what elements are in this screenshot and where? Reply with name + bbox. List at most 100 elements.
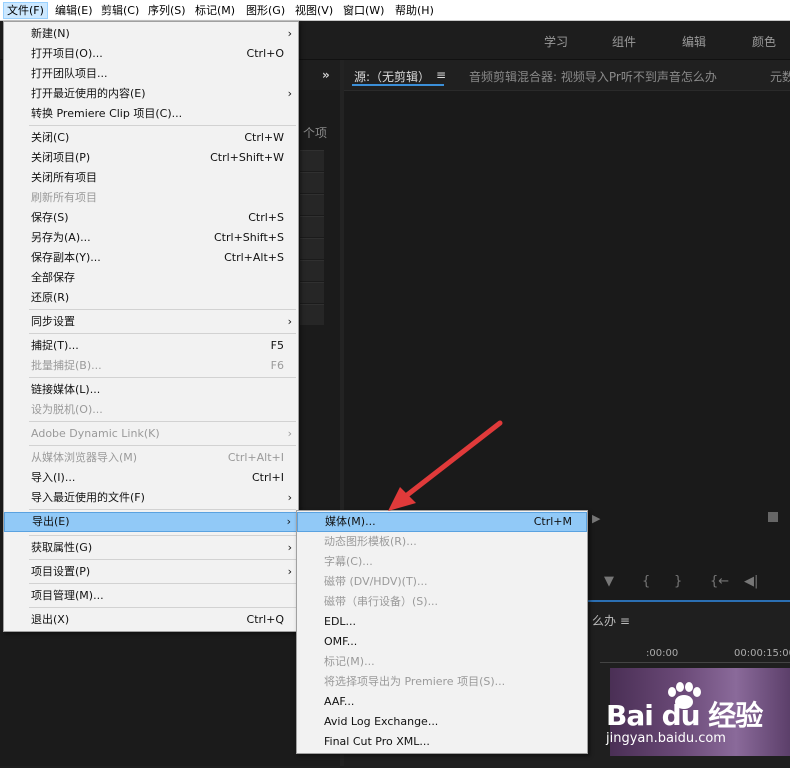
export-menu-item[interactable]: 媒体(M)... Ctrl+M: [297, 512, 587, 532]
menu-item-label: 关闭所有项目: [31, 171, 97, 184]
menu-item-label: 标记(M)...: [324, 655, 375, 668]
file-menu-item[interactable]: 另存为(A)... Ctrl+Shift+S: [4, 228, 298, 248]
file-menu-item[interactable]: 打开项目(O)... Ctrl+O: [4, 44, 298, 64]
menu-item-label: 项目设置(P): [31, 565, 91, 578]
menu-item-shortcut: Ctrl+M: [533, 515, 572, 528]
file-menu-item[interactable]: 关闭所有项目: [4, 168, 298, 188]
chevron-right-icon: ›: [287, 541, 292, 554]
file-menu-item[interactable]: 打开最近使用的内容(E) ›: [4, 84, 298, 104]
table-row: [300, 216, 324, 237]
menu-item-label: 磁带 (DV/HDV)(T)...: [324, 575, 428, 588]
file-menu-item[interactable]: 新建(N) ›: [4, 24, 298, 44]
file-menu-item[interactable]: 转换 Premiere Clip 项目(C)...: [4, 104, 298, 124]
export-menu-item: 将选择项导出为 Premiere 项目(S)...: [297, 672, 587, 692]
tab-audio-clip-mixer[interactable]: 音频剪辑混合器: 视频导入Pr听不到声音怎么办: [469, 68, 717, 85]
export-menu-item: 磁带（串行设备）(S)...: [297, 592, 587, 612]
file-menu-item: 设为脱机(O)...: [4, 400, 298, 420]
menu-separator: [29, 607, 296, 608]
file-menu-item[interactable]: 保存副本(Y)... Ctrl+Alt+S: [4, 248, 298, 268]
file-menu-item[interactable]: 还原(R): [4, 288, 298, 308]
menu-item-label: 项目管理(M)...: [31, 589, 104, 602]
menu-item-label: 打开最近使用的内容(E): [31, 87, 146, 100]
menu-item-label: 另存为(A)...: [31, 231, 91, 244]
file-menu-item[interactable]: 项目管理(M)...: [4, 586, 298, 606]
file-menu-item: 批量捕捉(B)... F6: [4, 356, 298, 376]
file-menu-item: 从媒体浏览器导入(M) Ctrl+Alt+I: [4, 448, 298, 468]
menu-separator: [29, 583, 296, 584]
export-menu-item[interactable]: Final Cut Pro XML...: [297, 732, 587, 752]
file-menu-item[interactable]: 项目设置(P) ›: [4, 562, 298, 582]
menu-item-shortcut: Ctrl+I: [251, 471, 284, 484]
export-menu-item[interactable]: OMF...: [297, 632, 587, 652]
file-menu-item[interactable]: 导出(E) ›: [4, 512, 298, 532]
chevron-right-icon: ›: [287, 491, 292, 504]
settings-square-icon[interactable]: [768, 512, 778, 522]
menubar-item[interactable]: 编辑(E): [52, 2, 96, 19]
export-menu-item[interactable]: Avid Log Exchange...: [297, 712, 587, 732]
menu-item-label: 打开团队项目...: [31, 67, 108, 80]
tab-metadata[interactable]: 元数: [770, 68, 790, 85]
export-menu-item: 磁带 (DV/HDV)(T)...: [297, 572, 587, 592]
workspace-tab-color[interactable]: 颜色: [752, 33, 776, 50]
menu-separator: [29, 125, 296, 126]
mark-out-icon[interactable]: }: [674, 574, 682, 589]
menubar-item[interactable]: 帮助(H): [392, 2, 437, 19]
timeline-ruler: [600, 662, 790, 663]
menubar-item[interactable]: 窗口(W): [340, 2, 387, 19]
menu-separator: [29, 535, 296, 536]
menubar-item[interactable]: 视图(V): [292, 2, 336, 19]
menu-item-label: 关闭(C): [31, 131, 70, 144]
menu-item-shortcut: Ctrl+Alt+S: [224, 251, 284, 264]
panel-menu-icon[interactable]: ≡: [436, 68, 446, 82]
file-menu-item[interactable]: 关闭(C) Ctrl+W: [4, 128, 298, 148]
workspace-tab-learn[interactable]: 学习: [544, 33, 568, 50]
project-panel-header: [300, 60, 340, 90]
file-menu-item[interactable]: 打开团队项目...: [4, 64, 298, 84]
add-marker-icon[interactable]: ▼: [604, 574, 614, 589]
file-menu-item[interactable]: 全部保存: [4, 268, 298, 288]
menu-item-label: AAF...: [324, 695, 355, 708]
step-back-icon[interactable]: ◀|: [744, 574, 758, 589]
table-row: [300, 260, 324, 281]
menu-item-label: 还原(R): [31, 291, 70, 304]
export-menu-item[interactable]: EDL...: [297, 612, 587, 632]
file-menu-item[interactable]: 同步设置 ›: [4, 312, 298, 332]
menu-item-label: 保存(S): [31, 211, 69, 224]
expand-panels-icon[interactable]: »: [322, 68, 330, 82]
file-menu-item[interactable]: 退出(X) Ctrl+Q: [4, 610, 298, 630]
menubar-item[interactable]: 文件(F): [3, 2, 48, 19]
menu-item-label: 从媒体浏览器导入(M): [31, 451, 138, 464]
menubar-item[interactable]: 图形(G): [243, 2, 288, 19]
play-forward-icon[interactable]: ▶: [592, 512, 600, 525]
menu-separator: [29, 309, 296, 310]
workspace-tab-editing[interactable]: 编辑: [682, 33, 706, 50]
menu-item-label: 保存副本(Y)...: [31, 251, 101, 264]
file-menu-item[interactable]: 捕捉(T)... F5: [4, 336, 298, 356]
menubar-item[interactable]: 剪辑(C): [98, 2, 142, 19]
menu-item-label: 设为脱机(O)...: [31, 403, 103, 416]
mark-in-icon[interactable]: {: [642, 574, 650, 589]
menu-item-shortcut: Ctrl+Alt+I: [227, 451, 284, 464]
menu-separator: [29, 377, 296, 378]
file-menu-item[interactable]: 导入(I)... Ctrl+I: [4, 468, 298, 488]
table-row: [300, 238, 324, 259]
file-menu-item[interactable]: 链接媒体(L)...: [4, 380, 298, 400]
timecode-start: :00:00: [646, 648, 679, 659]
tab-source[interactable]: 源:（无剪辑）: [354, 68, 430, 85]
menubar-item[interactable]: 标记(M): [192, 2, 238, 19]
menu-item-label: 获取属性(G): [31, 541, 93, 554]
file-menu-item[interactable]: 保存(S) Ctrl+S: [4, 208, 298, 228]
file-menu-item[interactable]: 获取属性(G) ›: [4, 538, 298, 558]
go-to-in-icon[interactable]: {←: [710, 574, 729, 589]
file-menu-item[interactable]: 关闭项目(P) Ctrl+Shift+W: [4, 148, 298, 168]
menu-item-label: 新建(N): [31, 27, 70, 40]
menu-item-shortcut: F5: [270, 339, 284, 352]
chevron-right-icon: ›: [287, 427, 292, 440]
menu-separator: [29, 421, 296, 422]
file-menu-item[interactable]: 导入最近使用的文件(F) ›: [4, 488, 298, 508]
menubar-item[interactable]: 序列(S): [145, 2, 189, 19]
export-menu-item[interactable]: AAF...: [297, 692, 587, 712]
workspace-tab-assembly[interactable]: 组件: [612, 33, 636, 50]
menu-item-label: 批量捕捉(B)...: [31, 359, 102, 372]
timeline-title[interactable]: 么办 ≡: [592, 612, 630, 629]
